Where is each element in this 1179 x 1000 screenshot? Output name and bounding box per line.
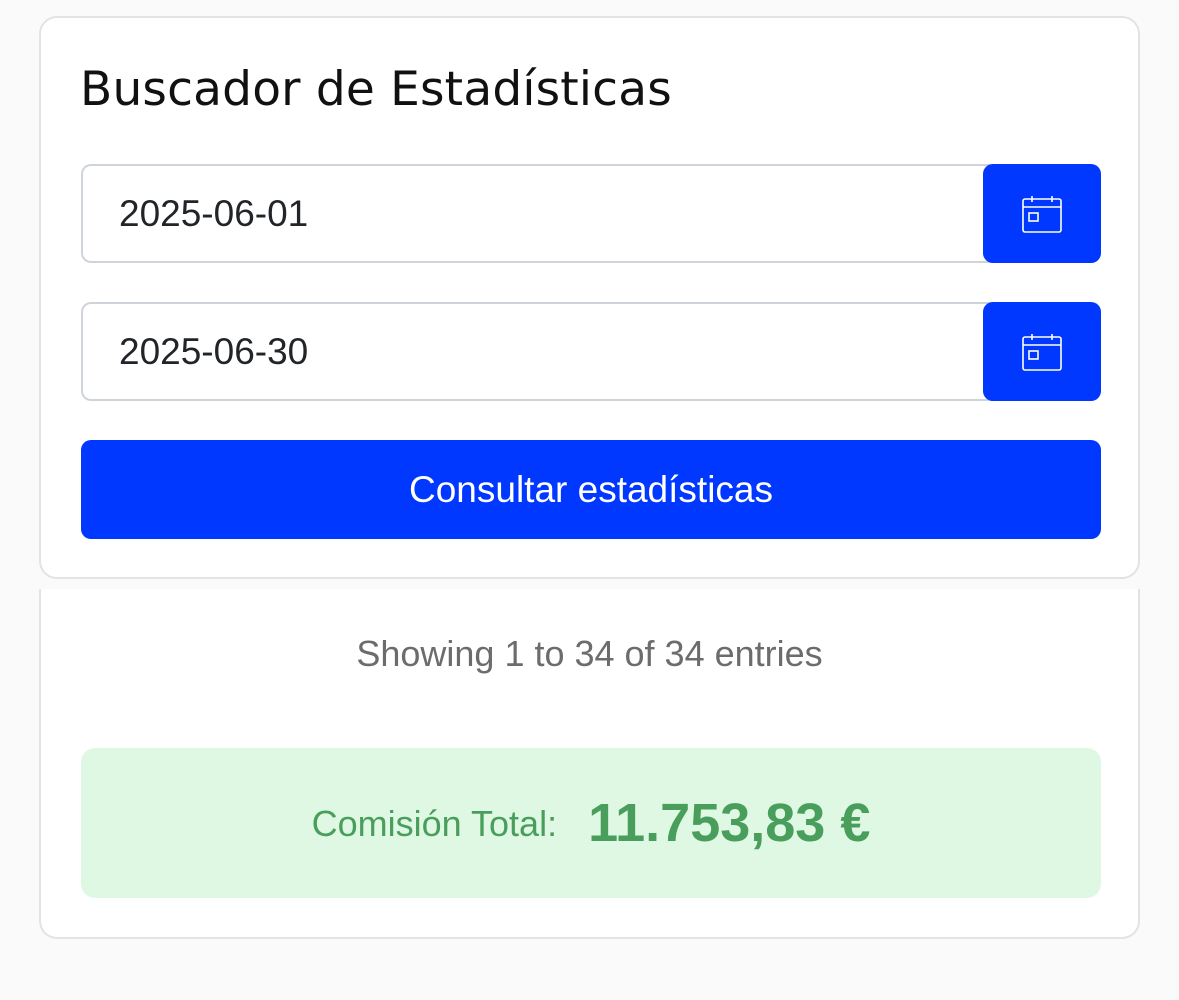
consult-statistics-button[interactable]: Consultar estadísticas [81,440,1101,539]
end-date-input[interactable] [81,302,1001,401]
entries-info: Showing 1 to 34 of 34 entries [356,633,823,674]
end-date-calendar-button[interactable] [983,302,1101,401]
start-date-input[interactable] [81,164,1001,263]
calendar-icon [1022,195,1062,233]
total-commission-value: 11.753,83 € [588,793,871,853]
total-commission-box: Comisión Total: 11.753,83 € [81,748,1101,898]
search-card: Buscador de Estadísticas Consultar [39,16,1140,579]
total-commission-label: Comisión Total: [311,803,558,844]
start-date-group [81,164,1101,263]
page-title: Buscador de Estadísticas [80,62,672,117]
end-date-group [81,302,1101,401]
start-date-calendar-button[interactable] [983,164,1101,263]
calendar-icon [1022,333,1062,371]
results-panel: Showing 1 to 34 of 34 entries Comisión T… [39,589,1140,939]
